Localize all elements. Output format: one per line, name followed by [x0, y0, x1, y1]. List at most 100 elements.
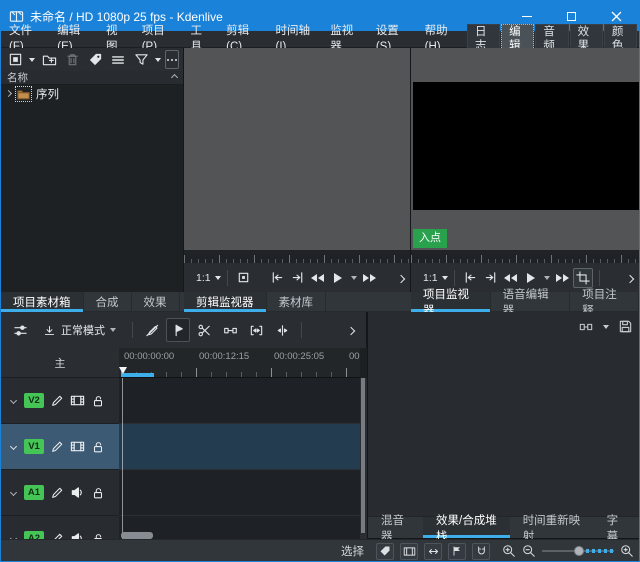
lock-track-icon[interactable] [91, 440, 105, 454]
show-video-film-icon[interactable] [70, 393, 85, 408]
track-header-v1[interactable]: V1 [1, 424, 119, 470]
clip-monitor-ruler[interactable] [184, 250, 410, 263]
timeline-zoom-slider[interactable] [542, 545, 614, 557]
tab-subtitles[interactable]: 字幕 [594, 515, 639, 543]
show-audio-speaker-icon[interactable] [70, 485, 85, 500]
selection-tool-button[interactable] [166, 318, 190, 342]
track-compositing-button[interactable] [140, 318, 164, 342]
lock-track-icon[interactable] [91, 394, 105, 408]
view-options-button[interactable] [108, 50, 128, 70]
timeline-ruler[interactable]: 00:00:00:00 00:00:12:15 00:00:25:05 00:0… [119, 348, 360, 378]
project-monitor-video-display[interactable] [413, 82, 639, 210]
set-zone-in-button-project[interactable] [461, 268, 481, 288]
lock-track-icon[interactable] [91, 486, 105, 500]
lock-track-icon[interactable] [91, 532, 105, 540]
filter-caret-icon[interactable] [155, 57, 162, 62]
timeline-tracks-area[interactable] [119, 378, 360, 539]
play-button-project[interactable] [521, 268, 541, 288]
track-lane-a2[interactable] [119, 516, 360, 539]
timeline-settings-button[interactable] [8, 318, 32, 342]
zoom-in-button[interactable] [620, 544, 634, 558]
insert-zone-button[interactable] [244, 318, 268, 342]
set-zone-in-button[interactable] [268, 268, 288, 288]
edit-track-pencil-icon[interactable] [50, 532, 64, 540]
slider-handle[interactable] [574, 546, 584, 556]
bin-overflow-button[interactable] [165, 50, 179, 69]
bin-item-sequence[interactable]: 序列 [1, 85, 183, 102]
collapse-chevron-icon[interactable] [9, 488, 18, 497]
track-badge-v2[interactable]: V2 [24, 393, 44, 408]
show-audio-speaker-icon[interactable] [70, 531, 85, 539]
track-lane-v2[interactable] [119, 378, 360, 424]
rewind-button-project[interactable] [501, 268, 521, 288]
tab-project-bin[interactable]: 项目素材箱 [1, 292, 84, 312]
tab-clip-monitor[interactable]: 剪辑监视器 [184, 292, 267, 312]
track-header-a2[interactable]: A2 [1, 516, 119, 539]
audio-thumbnails-toggle[interactable] [424, 542, 442, 560]
tab-compositions[interactable]: 合成 [84, 292, 132, 312]
set-zone-out-button-project[interactable] [481, 268, 501, 288]
mix-clips-button[interactable] [270, 318, 294, 342]
timeline-horizontal-scrollbar[interactable] [121, 532, 153, 539]
forward-button-project[interactable] [553, 268, 573, 288]
collapse-chevron-icon[interactable] [9, 396, 18, 405]
edit-track-pencil-icon[interactable] [50, 486, 64, 500]
track-lane-a1[interactable] [119, 470, 360, 516]
edit-track-pencil-icon[interactable] [50, 440, 64, 454]
zone-crop-toggle-button[interactable] [572, 267, 593, 288]
collapse-chevron-icon[interactable] [9, 442, 18, 451]
track-badge-v1[interactable]: V1 [24, 439, 44, 454]
timeline-vertical-scrollbar[interactable] [360, 378, 367, 539]
play-options-caret-icon[interactable] [350, 275, 357, 280]
snap-toggle[interactable] [472, 542, 490, 560]
set-zone-out-button[interactable] [288, 268, 308, 288]
track-badge-a1[interactable]: A1 [24, 485, 44, 500]
video-thumbnails-toggle[interactable] [400, 542, 418, 560]
project-monitor-zoom-level[interactable]: 1:1 [423, 272, 438, 284]
zoom-out-button[interactable] [522, 544, 536, 558]
add-clip-caret-icon[interactable] [29, 57, 35, 62]
show-markers-toggle[interactable] [376, 542, 394, 560]
filter-button[interactable] [131, 50, 151, 70]
tab-library[interactable]: 素材库 [267, 292, 326, 312]
play-button[interactable] [328, 268, 348, 288]
play-options-caret-icon[interactable] [543, 275, 550, 280]
scrollbar-thumb[interactable] [361, 378, 365, 533]
track-header-a1[interactable]: A1 [1, 470, 119, 516]
project-transport-overflow-button[interactable] [625, 269, 635, 287]
tag-button[interactable] [85, 50, 105, 70]
bin-name-column-header[interactable]: 名称 [1, 71, 183, 85]
clip-transport-overflow-button[interactable] [396, 269, 406, 287]
track-badge-a2[interactable]: A2 [24, 531, 44, 539]
timeline-toolbar-overflow-button[interactable] [346, 321, 356, 339]
spacer-tool-button[interactable] [218, 318, 242, 342]
master-track-button[interactable]: 主 [1, 348, 119, 378]
tab-project-notes[interactable]: 项目注释 [570, 289, 639, 317]
rewind-button[interactable] [308, 268, 328, 288]
split-compare-button[interactable] [578, 320, 594, 334]
track-lane-v1[interactable] [119, 424, 360, 470]
add-clip-button[interactable] [5, 50, 25, 70]
track-header-v2[interactable]: V2 [1, 378, 119, 424]
forward-button[interactable] [360, 268, 380, 288]
tab-effects[interactable]: 效果 [132, 292, 180, 312]
edit-mode-dropdown[interactable]: 正常模式 [36, 319, 123, 341]
add-marker-button[interactable] [234, 268, 254, 288]
show-video-film-icon[interactable] [70, 439, 85, 454]
expander-chevron-icon[interactable] [4, 89, 13, 98]
show-comments-toggle[interactable] [448, 542, 466, 560]
razor-tool-button[interactable] [192, 318, 216, 342]
clip-monitor-zoom-level[interactable]: 1:1 [196, 272, 211, 284]
project-zoom-caret-icon[interactable] [441, 275, 448, 280]
effect-stack-caret-icon[interactable] [603, 324, 609, 329]
tab-time-remap[interactable]: 时间重新映射 [510, 515, 594, 543]
playhead-marker[interactable] [119, 367, 127, 374]
tab-mixer[interactable]: 混音器 [368, 515, 423, 543]
save-effect-stack-button[interactable] [618, 319, 633, 334]
delete-button[interactable] [62, 50, 82, 70]
tab-effect-stack[interactable]: 效果/合成堆栈 [423, 515, 510, 543]
clip-zoom-caret-icon[interactable] [214, 275, 221, 280]
edit-track-pencil-icon[interactable] [50, 394, 64, 408]
tab-speech-editor[interactable]: 语音编辑器 [491, 289, 571, 317]
create-folder-button[interactable] [39, 50, 59, 70]
